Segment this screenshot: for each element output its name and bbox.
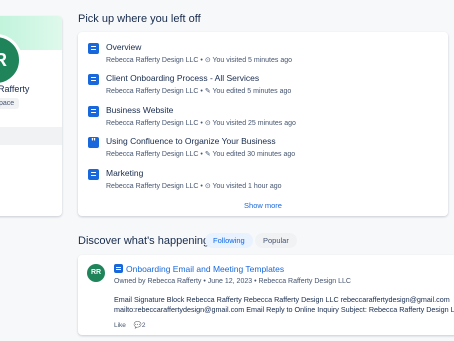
profile-badge: pace	[0, 98, 20, 109]
recent-item[interactable]: " Using Confluence to Organize Your Busi…	[88, 135, 438, 163]
recent-item-title[interactable]: Business Website	[106, 105, 173, 115]
recent-item-meta: Rebecca Rafferty Design LLC • ⊙ You visi…	[106, 120, 296, 127]
recent-item-title[interactable]: Marketing	[106, 168, 143, 178]
excerpt-line: Email Signature Block Rebecca Rafferty R…	[114, 295, 450, 304]
profile-name[interactable]: Rafferty	[0, 84, 29, 94]
feed-item-excerpt: Email Signature Block Rebecca Rafferty R…	[114, 295, 454, 315]
page-icon	[88, 43, 99, 54]
recent-item-title[interactable]: Client Onboarding Process - All Services	[106, 73, 259, 83]
recent-item-meta: Rebecca Rafferty Design LLC • ⊙ You visi…	[106, 57, 293, 64]
feed-item-title[interactable]: Onboarding Email and Meeting Templates	[126, 264, 284, 274]
comment-count: 2	[141, 322, 146, 329]
tab-following[interactable]: Following	[205, 233, 253, 248]
feed-item-meta: Owned by Rebecca Rafferty • June 12, 202…	[114, 278, 351, 285]
page-icon	[88, 74, 99, 85]
like-button[interactable]: Like	[114, 322, 126, 329]
recent-item[interactable]: Marketing Rebecca Rafferty Design LLC • …	[88, 167, 438, 195]
recent-item-meta: Rebecca Rafferty Design LLC • ⊙ You visi…	[106, 183, 282, 190]
excerpt-line: mailto:rebeccaraffertydesign@gmail.com E…	[114, 305, 454, 314]
recent-item-meta: Rebecca Rafferty Design LLC • ✎ You edit…	[106, 151, 296, 158]
recent-item[interactable]: Business Website Rebecca Rafferty Design…	[88, 104, 438, 132]
avatar[interactable]: RR	[87, 264, 105, 282]
profile-card: R Rafferty pace	[0, 16, 62, 216]
page-icon	[88, 169, 99, 180]
recent-item-title[interactable]: Overview	[106, 42, 141, 52]
profile-divider[interactable]	[0, 127, 62, 145]
recent-item[interactable]: Client Onboarding Process - All Services…	[88, 72, 438, 100]
recent-item-meta: Rebecca Rafferty Design LLC • ✎ You edit…	[106, 88, 292, 95]
tab-popular[interactable]: Popular	[255, 233, 297, 248]
show-more-link[interactable]: Show more	[78, 201, 448, 210]
recent-item-title[interactable]: Using Confluence to Organize Your Busine…	[106, 136, 276, 146]
page-icon	[88, 106, 99, 117]
feed-item[interactable]: RR Onboarding Email and Meeting Template…	[78, 255, 454, 335]
comment-icon[interactable]: 💬	[134, 321, 142, 329]
quote-icon: "	[88, 137, 99, 148]
recent-section-title: Pick up where you left off	[78, 13, 201, 25]
recent-item[interactable]: Overview Rebecca Rafferty Design LLC • ⊙…	[88, 41, 438, 69]
recent-card: Overview Rebecca Rafferty Design LLC • ⊙…	[78, 32, 448, 216]
page-icon	[114, 264, 123, 273]
feed-actions: Like 💬2	[114, 321, 145, 329]
discover-section-title: Discover what's happening	[78, 235, 210, 247]
